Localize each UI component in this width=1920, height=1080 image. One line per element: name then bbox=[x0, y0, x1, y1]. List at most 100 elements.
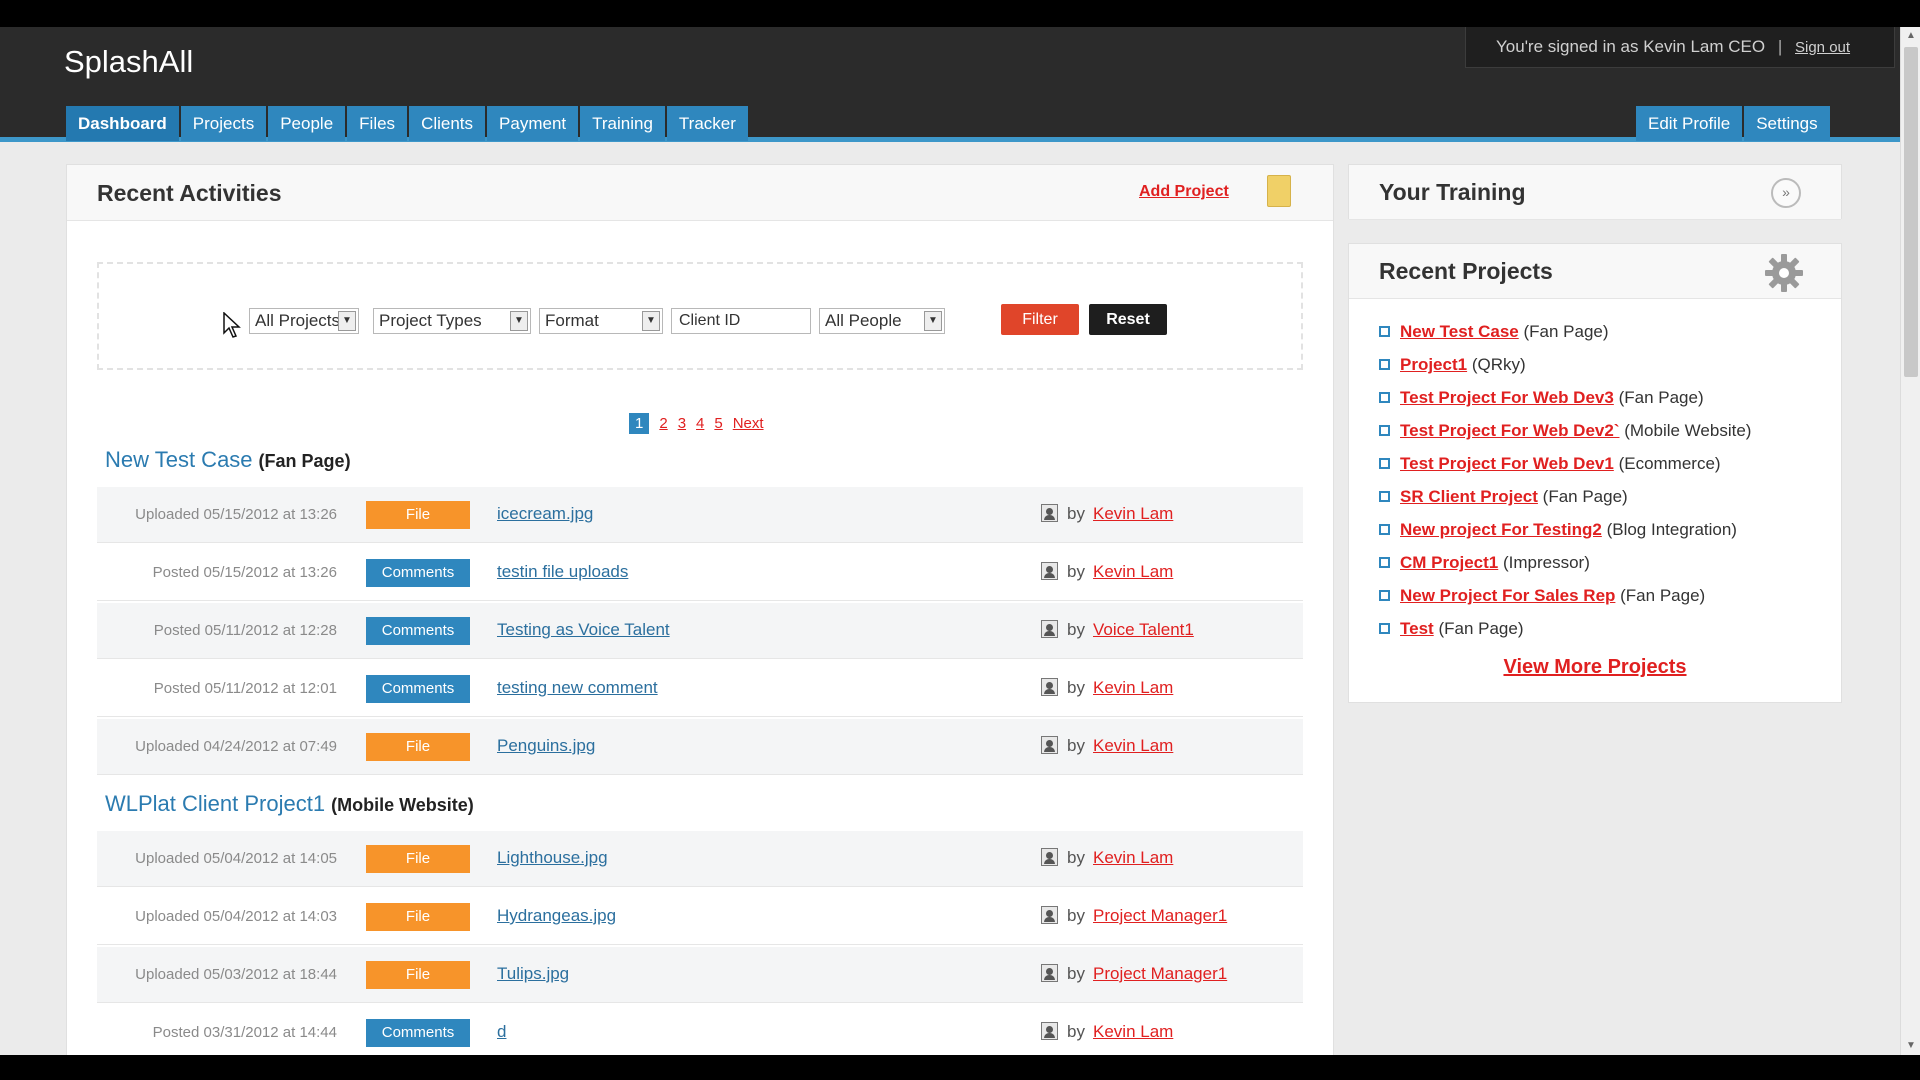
recent-project-link[interactable]: New project For Testing2 bbox=[1400, 520, 1602, 539]
bullet-icon bbox=[1379, 458, 1390, 469]
author-link[interactable]: Kevin Lam bbox=[1093, 1022, 1173, 1042]
user-icon bbox=[1041, 620, 1058, 638]
activity-item-link[interactable]: d bbox=[497, 1022, 506, 1042]
recent-project-type: (Fan Page) bbox=[1523, 322, 1609, 341]
add-project-link[interactable]: Add Project bbox=[1139, 183, 1229, 201]
recent-project-link[interactable]: New Project For Sales Rep bbox=[1400, 586, 1615, 605]
settings-button[interactable]: Settings bbox=[1744, 106, 1830, 141]
by-label: by bbox=[1067, 562, 1085, 581]
author-link[interactable]: Project Manager1 bbox=[1093, 964, 1227, 984]
bullet-icon bbox=[1379, 557, 1390, 568]
activity-type-badge: Comments bbox=[366, 617, 470, 645]
tab-tracker[interactable]: Tracker bbox=[666, 106, 748, 141]
activity-item-link[interactable]: Penguins.jpg bbox=[497, 736, 595, 756]
project-group-name[interactable]: WLPlat Client Project1 bbox=[105, 791, 325, 816]
scroll-down-icon[interactable]: ▼ bbox=[1901, 1037, 1920, 1055]
tab-clients[interactable]: Clients bbox=[409, 106, 486, 141]
activity-type-badge: Comments bbox=[366, 559, 470, 587]
recent-project-link[interactable]: Test Project For Web Dev3 bbox=[1400, 388, 1614, 407]
author-link[interactable]: Voice Talent1 bbox=[1093, 620, 1194, 640]
by-label: by bbox=[1067, 678, 1085, 697]
filter-button[interactable]: Filter bbox=[1001, 304, 1079, 335]
recent-project-item: Test Project For Web Dev3 (Fan Page) bbox=[1379, 388, 1704, 408]
client-id-input[interactable]: Client ID bbox=[671, 308, 811, 334]
bullet-icon bbox=[1379, 425, 1390, 436]
by-label: by bbox=[1067, 736, 1085, 755]
tab-projects[interactable]: Projects bbox=[180, 106, 267, 141]
people-select-value: All People bbox=[825, 311, 902, 330]
reset-button[interactable]: Reset bbox=[1089, 304, 1167, 335]
tab-files[interactable]: Files bbox=[347, 106, 408, 141]
gear-icon[interactable] bbox=[1763, 252, 1805, 294]
recent-project-link[interactable]: SR Client Project bbox=[1400, 487, 1538, 506]
activity-item-link[interactable]: testin file uploads bbox=[497, 562, 628, 582]
people-select[interactable]: All People ▼ bbox=[819, 308, 945, 334]
recent-project-link[interactable]: New Test Case bbox=[1400, 322, 1519, 341]
edit-profile-button[interactable]: Edit Profile bbox=[1636, 106, 1743, 141]
bullet-icon bbox=[1379, 590, 1390, 601]
chevron-down-icon[interactable]: » bbox=[1771, 178, 1801, 208]
activity-item-link[interactable]: Lighthouse.jpg bbox=[497, 848, 608, 868]
project-group-type: (Fan Page) bbox=[258, 451, 351, 471]
page-scrollbar[interactable]: ▲ ▼ bbox=[1900, 27, 1920, 1055]
activity-item-link[interactable]: icecream.jpg bbox=[497, 504, 593, 524]
format-value: Format bbox=[545, 311, 599, 330]
author-link[interactable]: Kevin Lam bbox=[1093, 504, 1173, 524]
chevron-down-icon: ▼ bbox=[338, 311, 356, 331]
page-1[interactable]: 1 bbox=[629, 413, 650, 434]
app-logo[interactable]: SplashAll bbox=[64, 44, 193, 80]
view-more-projects-link[interactable]: View More Projects bbox=[1349, 656, 1841, 679]
activity-timestamp: Posted 05/15/2012 at 13:26 bbox=[152, 564, 337, 581]
activity-item-link[interactable]: Tulips.jpg bbox=[497, 964, 569, 984]
tab-training[interactable]: Training bbox=[580, 106, 665, 141]
project-types-select[interactable]: Project Types ▼ bbox=[373, 308, 531, 334]
scrollbar-thumb[interactable] bbox=[1904, 47, 1918, 377]
page-5[interactable]: 5 bbox=[714, 415, 722, 432]
recent-project-link[interactable]: CM Project1 bbox=[1400, 553, 1498, 572]
recent-project-link[interactable]: Test Project For Web Dev2` bbox=[1400, 421, 1619, 440]
header: SplashAll You're signed in as Kevin Lam … bbox=[0, 27, 1900, 142]
activity-item-link[interactable]: Testing as Voice Talent bbox=[497, 620, 670, 640]
project-group-title[interactable]: WLPlat Client Project1 (Mobile Website) bbox=[105, 791, 474, 817]
scroll-up-icon[interactable]: ▲ bbox=[1901, 27, 1920, 45]
panel-header: Recent Projects bbox=[1349, 244, 1841, 299]
page-4[interactable]: 4 bbox=[696, 415, 704, 432]
recent-project-item: Test Project For Web Dev2` (Mobile Websi… bbox=[1379, 421, 1751, 441]
note-icon[interactable] bbox=[1267, 175, 1291, 207]
sign-out-link[interactable]: Sign out bbox=[1795, 39, 1850, 56]
by-label: by bbox=[1067, 906, 1085, 925]
author-link[interactable]: Kevin Lam bbox=[1093, 848, 1173, 868]
tab-payment[interactable]: Payment bbox=[487, 106, 579, 141]
projects-select[interactable]: All Projects ▼ bbox=[249, 308, 359, 334]
activity-item-link[interactable]: testing new comment bbox=[497, 678, 658, 698]
activity-row: Uploaded 05/04/2012 at 14:05 File Lighthou… bbox=[97, 831, 1303, 887]
activity-timestamp: Posted 05/11/2012 at 12:01 bbox=[153, 680, 337, 697]
author-link[interactable]: Kevin Lam bbox=[1093, 562, 1173, 582]
project-group-name[interactable]: New Test Case bbox=[105, 447, 253, 472]
next-page-link[interactable]: Next bbox=[733, 415, 764, 432]
user-icon bbox=[1041, 562, 1058, 580]
tab-people[interactable]: People bbox=[268, 106, 346, 141]
recent-project-link[interactable]: Test bbox=[1400, 619, 1434, 638]
recent-activities-panel: Recent Activities Add Project All Projec… bbox=[66, 164, 1334, 1055]
format-select[interactable]: Format ▼ bbox=[539, 308, 663, 334]
panel-title: Recent Activities bbox=[97, 180, 282, 206]
by-label: by bbox=[1067, 964, 1085, 983]
filter-bar: All Projects ▼ Project Types ▼ Format ▼ … bbox=[97, 262, 1303, 370]
separator: | bbox=[1777, 37, 1783, 56]
recent-project-item: New Project For Sales Rep (Fan Page) bbox=[1379, 586, 1705, 606]
user-icon bbox=[1041, 964, 1058, 982]
author-link[interactable]: Kevin Lam bbox=[1093, 736, 1173, 756]
author-link[interactable]: Kevin Lam bbox=[1093, 678, 1173, 698]
author-link[interactable]: Project Manager1 bbox=[1093, 906, 1227, 926]
recent-project-link[interactable]: Test Project For Web Dev1 bbox=[1400, 454, 1614, 473]
page-2[interactable]: 2 bbox=[659, 415, 667, 432]
page-3[interactable]: 3 bbox=[678, 415, 686, 432]
activity-timestamp: Posted 03/31/2012 at 14:44 bbox=[152, 1024, 337, 1041]
activity-item-link[interactable]: Hydrangeas.jpg bbox=[497, 906, 616, 926]
recent-project-link[interactable]: Project1 bbox=[1400, 355, 1467, 374]
recent-project-type: (Fan Page) bbox=[1438, 619, 1524, 638]
tab-dashboard[interactable]: Dashboard bbox=[66, 106, 179, 141]
chevron-down-icon: ▼ bbox=[510, 311, 528, 331]
project-group-title[interactable]: New Test Case (Fan Page) bbox=[105, 447, 351, 473]
